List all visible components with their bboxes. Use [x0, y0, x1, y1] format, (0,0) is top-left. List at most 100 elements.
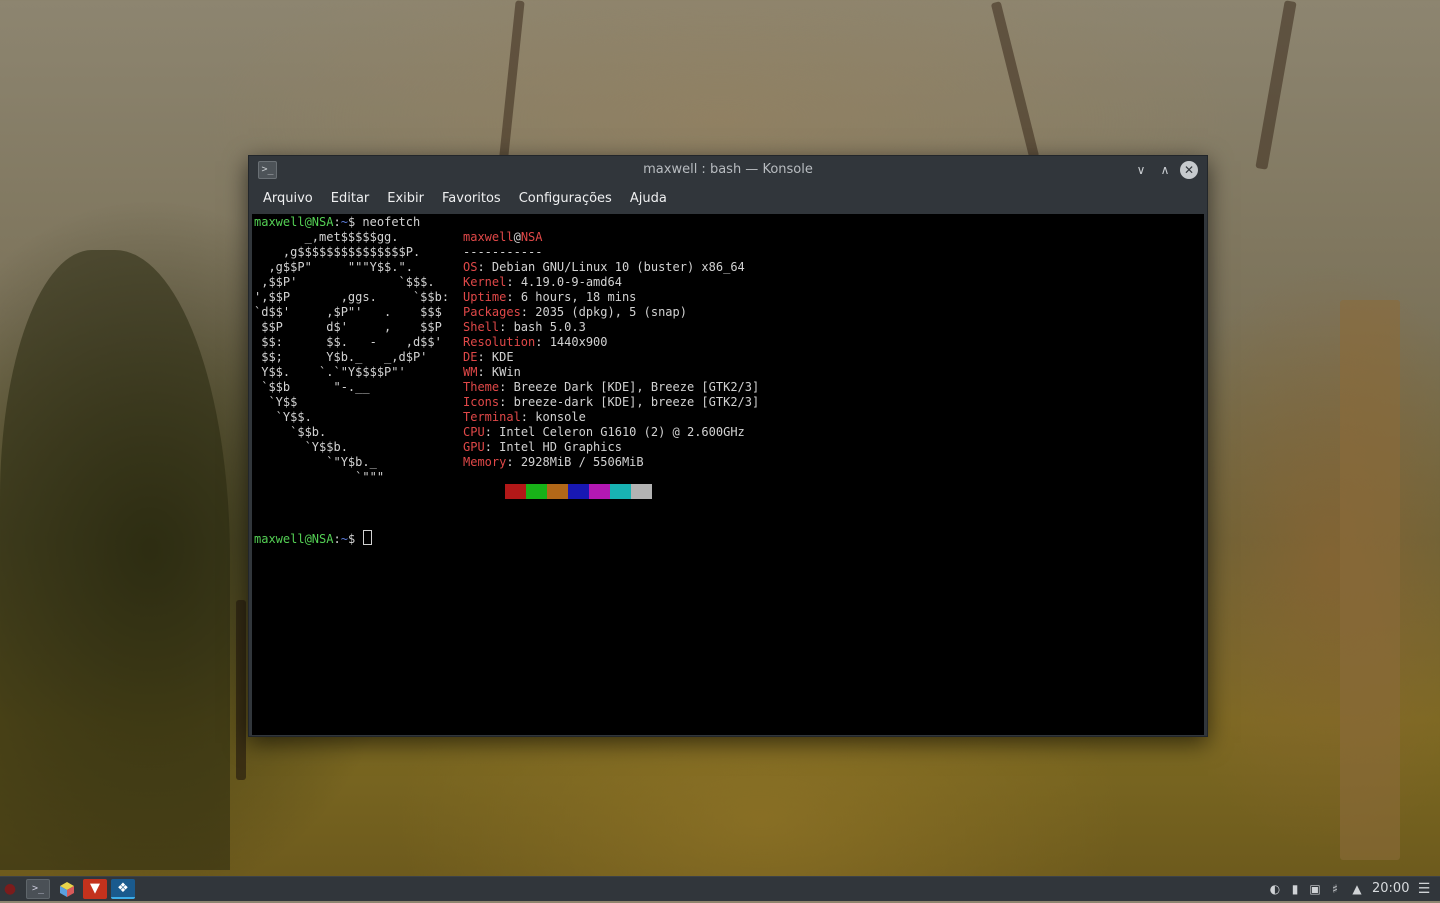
palette-swatch — [568, 484, 589, 499]
menu-configuracoes[interactable]: Configurações — [510, 184, 621, 214]
ascii-line: ,g$$P" """Y$$.". — [254, 260, 413, 274]
ascii-line: Y$$. `.`"Y$$$$P"' — [254, 365, 406, 379]
info-value: KWin — [491, 365, 521, 379]
info-row-kernel: Kernel: 4.19.0-9-amd64 — [463, 275, 622, 289]
info-value: 1440x900 — [549, 335, 608, 349]
expand-tray-icon[interactable]: ▲ — [1349, 877, 1365, 901]
info-value: Breeze Dark [KDE], Breeze [GTK2/3] — [513, 380, 760, 394]
ascii-line: $$: $$. - ,d$$' — [254, 335, 442, 349]
brave-lion-icon: ▼ — [90, 881, 100, 896]
info-label: Kernel — [463, 275, 507, 289]
info-value: 6 hours, 18 mins — [520, 290, 637, 304]
menu-exibir[interactable]: Exibir — [378, 184, 433, 214]
info-host: NSA — [520, 230, 543, 244]
ascii-line: `Y$$. — [254, 410, 312, 424]
info-label: Terminal — [463, 410, 521, 424]
info-value: Debian GNU/Linux 10 (buster) x86_64 — [491, 260, 745, 274]
info-row-terminal: Terminal: konsole — [463, 410, 586, 424]
info-value: 2035 (dpkg), 5 (snap) — [535, 305, 687, 319]
taskbar: ● >_ ▼ ❖ ◐ ▮ ▣ ♯ ▲ 20:00 ☰ — [0, 876, 1440, 901]
info-value: KDE — [491, 350, 514, 364]
info-row-resolution: Resolution: 1440x900 — [463, 335, 608, 349]
info-value: Intel Celeron G1610 (2) @ 2.600GHz — [499, 425, 745, 439]
info-row-wm: WM: KWin — [463, 365, 521, 379]
palette-swatch — [526, 484, 547, 499]
menu-editar[interactable]: Editar — [322, 184, 379, 214]
info-label: WM — [463, 365, 478, 379]
info-label: Uptime — [463, 290, 507, 304]
taskbar-app-brave[interactable]: ▼ — [83, 879, 107, 899]
ascii-line: `d$$' ,$P"' . $$$ — [254, 305, 442, 319]
network-icon[interactable]: ▣ — [1307, 877, 1323, 901]
menu-favoritos[interactable]: Favoritos — [433, 184, 510, 214]
palette-swatch — [589, 484, 610, 499]
konsole-window[interactable]: >_ maxwell : bash — Konsole ∨ ∧ ✕ Arquiv… — [248, 155, 1208, 737]
info-label: Shell — [463, 320, 500, 334]
taskbar-app-glxgears[interactable] — [55, 879, 79, 899]
chevron-down-icon: ∨ — [1136, 163, 1146, 177]
info-row-os: OS: Debian GNU/Linux 10 (buster) x86_64 — [463, 260, 745, 274]
info-user: maxwell — [463, 230, 514, 244]
ascii-line: $$P d$' , $$P — [254, 320, 442, 334]
info-value: bash 5.0.3 — [513, 320, 586, 334]
ascii-line: ',$$P ,ggs. `$$b: — [254, 290, 450, 304]
text-cursor — [363, 530, 373, 545]
hamburger-menu-icon[interactable]: ☰ — [1416, 877, 1432, 901]
neofetch-info: maxwell@NSA ----------- OS: Debian GNU/L… — [463, 230, 759, 470]
info-label: Resolution — [463, 335, 536, 349]
ascii-line: `"Y$b._ — [254, 455, 377, 469]
palette-swatch — [610, 484, 631, 499]
palette-swatch — [484, 484, 505, 499]
ascii-line: `$$b. — [254, 425, 327, 439]
info-row-theme: Theme: Breeze Dark [KDE], Breeze [GTK2/3… — [463, 380, 760, 394]
info-header: maxwell@NSA — [463, 230, 759, 245]
info-value: 2928MiB / 5506MiB — [520, 455, 644, 469]
chevron-up-icon: ∧ — [1160, 163, 1170, 177]
taskbar-app-konsole[interactable]: >_ — [26, 879, 50, 899]
info-row-cpu: CPU: Intel Celeron G1610 (2) @ 2.600GHz — [463, 425, 745, 439]
prompt-path: ~ — [340, 215, 348, 229]
info-at: @ — [513, 230, 521, 244]
info-value: breeze-dark [KDE], breeze [GTK2/3] — [513, 395, 760, 409]
steam-tray-icon[interactable]: ◐ — [1267, 877, 1283, 901]
cube-icon — [60, 882, 74, 897]
info-label: OS — [463, 260, 478, 274]
maximize-button[interactable]: ∧ — [1156, 161, 1174, 179]
info-separator: ----------- — [463, 245, 543, 259]
usb-icon[interactable]: ▮ — [1287, 877, 1303, 901]
clock[interactable]: 20:00 — [1372, 877, 1409, 901]
menu-ajuda[interactable]: Ajuda — [621, 184, 676, 214]
prompt-symbol: $ — [347, 532, 356, 546]
ascii-line: $$; Y$b._ _,d$P' — [254, 350, 428, 364]
volume-icon[interactable]: ♯ — [1327, 877, 1343, 901]
prompt-user: maxwell@NSA — [254, 215, 334, 229]
terminal-icon: >_ — [31, 883, 45, 894]
palette-swatch — [631, 484, 652, 499]
terminal-area[interactable]: maxwell@NSA:~$ neofetch _,met$$$$$gg. ,g… — [252, 214, 1204, 735]
debian-ascii-logo: _,met$$$$$gg. ,g$$$$$$$$$$$$$$$P. ,g$$P"… — [254, 230, 449, 485]
title-bar[interactable]: >_ maxwell : bash — Konsole ∨ ∧ ✕ — [249, 156, 1207, 184]
active-prompt-line[interactable]: maxwell@NSA:~$ — [254, 530, 373, 546]
info-label: GPU — [463, 440, 485, 454]
info-label: Memory — [463, 455, 507, 469]
palette-swatch — [505, 484, 526, 499]
info-label: Packages — [463, 305, 521, 319]
info-label: Icons — [463, 395, 500, 409]
color-palette — [484, 484, 652, 499]
info-value: Intel HD Graphics — [499, 440, 622, 454]
prompt-user: maxwell@NSA — [254, 532, 334, 546]
info-row-shell: Shell: bash 5.0.3 — [463, 320, 586, 334]
prompt-path: ~ — [340, 532, 348, 546]
info-row-memory: Memory: 2928MiB / 5506MiB — [463, 455, 644, 469]
ascii-line: ,$$P' `$$$. — [254, 275, 435, 289]
ascii-line: _,met$$$$$gg. — [254, 230, 399, 244]
info-row-gpu: GPU: Intel HD Graphics — [463, 440, 622, 454]
close-button[interactable]: ✕ — [1180, 161, 1198, 179]
ascii-line: `Y$$b. — [254, 440, 348, 454]
application-launcher[interactable]: ● — [0, 879, 20, 899]
menu-bar: Arquivo Editar Exibir Favoritos Configur… — [249, 184, 1207, 214]
menu-arquivo[interactable]: Arquivo — [254, 184, 322, 214]
taskbar-app-steam[interactable]: ❖ — [111, 879, 135, 899]
minimize-button[interactable]: ∨ — [1132, 161, 1150, 179]
ascii-line: `Y$$ — [254, 395, 298, 409]
